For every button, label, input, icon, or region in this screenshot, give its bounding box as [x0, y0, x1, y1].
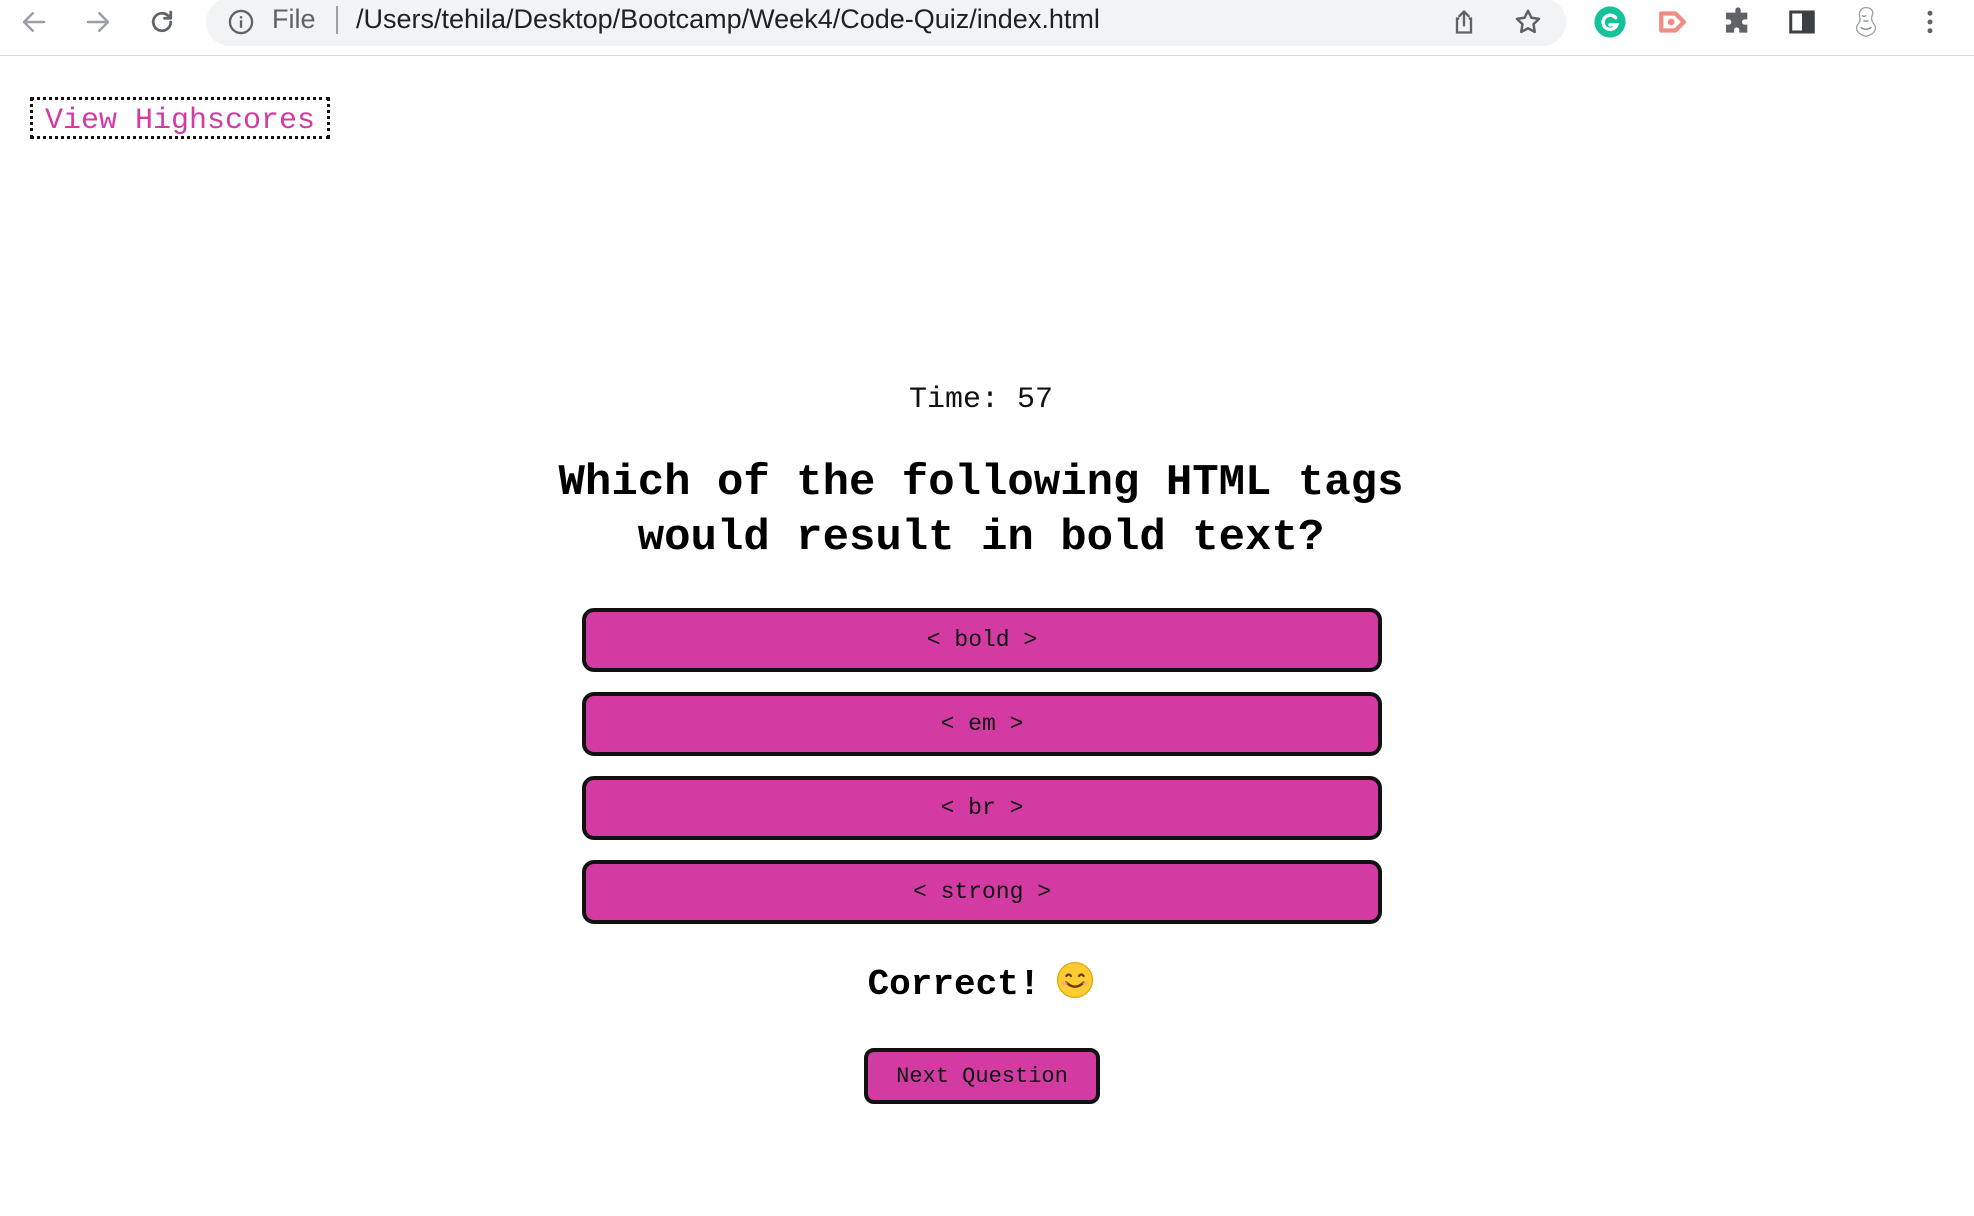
- answer-button-2[interactable]: < em >: [582, 692, 1382, 756]
- grammarly-extension-icon[interactable]: [1590, 2, 1630, 42]
- url-text[interactable]: /Users/tehila/Desktop/Bootcamp/Week4/Cod…: [356, 4, 1100, 34]
- puzzle-icon[interactable]: [1718, 2, 1758, 42]
- next-question-button[interactable]: Next Question: [864, 1048, 1100, 1104]
- timer-label: Time:: [908, 383, 999, 417]
- share-icon[interactable]: [1446, 4, 1482, 40]
- smiling-face-icon: [1056, 961, 1094, 999]
- back-arrow-icon: [22, 12, 46, 32]
- feedback-message: Correct!: [0, 960, 1962, 1010]
- kebab-menu-icon[interactable]: [1910, 2, 1950, 42]
- view-highscores-link[interactable]: View Highscores: [30, 97, 331, 139]
- url-scheme-label: File: [272, 4, 316, 34]
- timer-value: 57: [1017, 383, 1054, 417]
- info-icon[interactable]: [226, 7, 256, 37]
- reload-icon: [151, 10, 173, 33]
- answer-button-4[interactable]: < strong >: [582, 860, 1382, 924]
- timer: Time: 57: [0, 380, 1962, 420]
- forward-button[interactable]: [78, 2, 118, 42]
- question-text: Which of the following HTML tags would r…: [558, 458, 1404, 563]
- screen-recorder-extension-icon[interactable]: [1654, 2, 1694, 42]
- forward-arrow-icon: [86, 12, 110, 32]
- back-button[interactable]: [14, 2, 54, 42]
- star-icon[interactable]: [1510, 4, 1546, 40]
- address-bar[interactable]: File /Users/tehila/Desktop/Bootcamp/Week…: [206, 0, 1566, 46]
- answer-button-3[interactable]: < br >: [582, 776, 1382, 840]
- browser-toolbar: File /Users/tehila/Desktop/Bootcamp/Week…: [0, 0, 1974, 56]
- url-separator: [336, 6, 338, 34]
- answer-button-1[interactable]: < bold >: [582, 608, 1382, 672]
- feedback-text: Correct!: [867, 964, 1041, 1005]
- profile-avatar-icon[interactable]: [1846, 2, 1886, 42]
- side-panel-icon[interactable]: [1782, 2, 1822, 42]
- reload-button[interactable]: [142, 2, 182, 42]
